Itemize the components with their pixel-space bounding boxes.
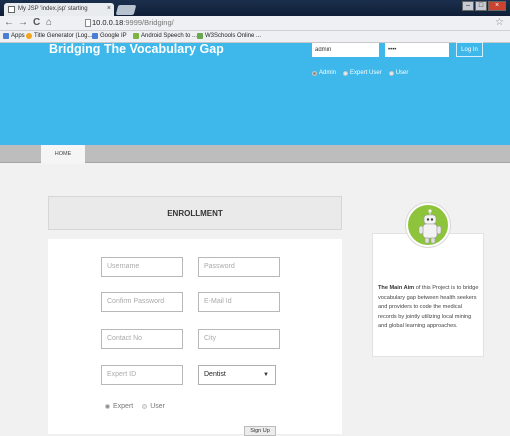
- enroll-role-expert[interactable]: Expert: [113, 403, 133, 410]
- radio-icon[interactable]: [105, 404, 110, 409]
- bookmark-apps[interactable]: Apps: [3, 33, 25, 39]
- avatar: [406, 203, 450, 247]
- bookmark-google-ip[interactable]: Google IP: [92, 33, 127, 39]
- login-button[interactable]: Log In: [456, 42, 483, 57]
- confirm-password-field[interactable]: Confirm Password: [101, 292, 183, 312]
- project-aim-text: The Main Aim of this Project is to bridg…: [378, 284, 482, 332]
- project-aim-lead: The Main Aim: [378, 285, 415, 291]
- browser-titlebar: My JSP 'index.jsp' starting × – □ ×: [0, 0, 510, 16]
- title-generator-icon: [26, 33, 32, 39]
- enroll-role-user[interactable]: User: [150, 403, 165, 410]
- page-favicon-icon: [8, 6, 15, 13]
- back-arrow-icon[interactable]: ←: [4, 17, 14, 28]
- close-window-icon[interactable]: ×: [488, 1, 506, 11]
- login-role-selector: Admin Expert User User: [312, 70, 408, 76]
- project-aim-body: of this Project is to bridge vocabulary …: [378, 285, 479, 330]
- username-field[interactable]: Username: [101, 257, 183, 277]
- robot-icon: [418, 209, 442, 244]
- new-tab-button[interactable]: [115, 5, 137, 15]
- menu-item-home[interactable]: HOME: [41, 145, 85, 164]
- tab-title: My JSP 'index.jsp' starting: [18, 6, 88, 12]
- address-bar[interactable]: 10.0.0.18:9999/Bridging/: [92, 18, 174, 27]
- specialty-select[interactable]: Dentist ▼: [198, 365, 276, 385]
- specialty-selected: Dentist: [204, 371, 226, 378]
- role-label: Admin: [319, 70, 337, 76]
- minimize-icon[interactable]: –: [462, 1, 474, 11]
- enrollment-header: ENROLLMENT: [48, 196, 342, 230]
- login-password-input[interactable]: [385, 43, 449, 57]
- radio-icon[interactable]: [343, 70, 349, 76]
- contact-field[interactable]: Contact No: [101, 329, 183, 349]
- bookmark-star-icon[interactable]: ☆: [495, 17, 504, 28]
- forward-arrow-icon[interactable]: →: [18, 17, 28, 28]
- role-option-admin[interactable]: Admin: [312, 70, 336, 76]
- bookmark-label: Google IP: [100, 33, 127, 39]
- tab-close-icon[interactable]: ×: [107, 5, 111, 12]
- enrollment-title: ENROLLMENT: [167, 209, 223, 218]
- bookmark-label: Apps: [11, 33, 25, 39]
- role-label: User: [395, 70, 409, 76]
- signup-button[interactable]: Sign Up: [244, 426, 276, 436]
- bookmark-label: W3Schools Online ...: [205, 33, 262, 39]
- page-icon: [85, 19, 91, 27]
- home-icon[interactable]: ⌂: [46, 17, 52, 28]
- site-header: [0, 43, 510, 145]
- url-path: :9999/Bridging/: [123, 18, 174, 27]
- main-menu: HOME: [0, 145, 510, 164]
- browser-toolbar: ← → C ⌂ 10.0.0.18:9999/Bridging/ ☆: [0, 16, 510, 31]
- enroll-role-selector: Expert User: [105, 403, 165, 410]
- w3schools-icon: [197, 33, 203, 39]
- expert-id-field[interactable]: Expert ID: [101, 365, 183, 385]
- role-label: Expert User: [350, 70, 382, 76]
- enrollment-form: [48, 239, 342, 434]
- radio-icon[interactable]: [388, 70, 394, 76]
- maximize-icon[interactable]: □: [475, 1, 487, 11]
- android-speech-icon: [133, 33, 139, 39]
- reload-icon[interactable]: C: [33, 17, 40, 28]
- radio-icon[interactable]: [312, 70, 317, 76]
- password-field[interactable]: Password: [198, 257, 280, 277]
- browser-tab[interactable]: My JSP 'index.jsp' starting ×: [4, 3, 114, 16]
- role-option-expert-user[interactable]: Expert User: [343, 70, 382, 76]
- url-host: 10.0.0.18: [92, 18, 124, 27]
- city-field[interactable]: City: [198, 329, 280, 349]
- bookmark-label: Android Speech to ...: [141, 33, 198, 39]
- apps-grid-icon: [3, 33, 9, 39]
- window-controls: – □ ×: [462, 1, 506, 11]
- email-field[interactable]: E-Mail Id: [198, 292, 280, 312]
- radio-icon[interactable]: [142, 404, 148, 409]
- bookmark-label: Title Generator (Log...: [34, 33, 93, 39]
- bookmark-w3schools[interactable]: W3Schools Online ...: [197, 33, 261, 39]
- bookmark-title-generator[interactable]: Title Generator (Log...: [26, 33, 92, 39]
- bookmark-android-speech[interactable]: Android Speech to ...: [133, 33, 197, 39]
- login-username-input[interactable]: [312, 43, 379, 57]
- site-title: Bridging The Vocabulary Gap: [49, 42, 224, 56]
- role-option-user[interactable]: User: [388, 70, 409, 76]
- google-ip-icon: [92, 33, 98, 39]
- dropdown-caret-icon: ▼: [263, 372, 269, 378]
